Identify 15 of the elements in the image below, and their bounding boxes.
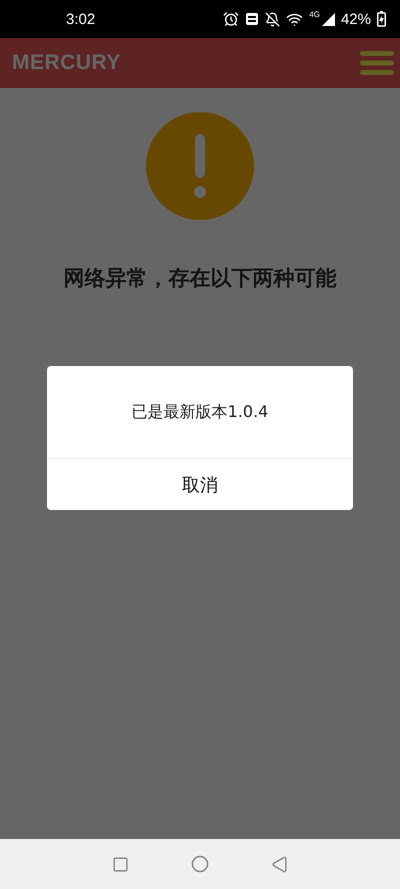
battery-icon [377,11,386,27]
menu-icon[interactable] [360,49,394,77]
warning-icon [146,112,254,220]
network-type: 4G [309,10,320,19]
brand-logo: MERCURY [12,51,121,75]
battery-level: 42% [340,10,371,28]
back-icon[interactable] [271,856,288,872]
status-time: 3:02 [66,10,96,28]
volte-icon [245,12,260,26]
home-icon[interactable] [191,855,209,873]
alarm-icon [223,11,240,27]
signal-icon [322,12,335,26]
mute-icon [265,12,280,26]
error-title: 网络异常，存在以下两种可能 [64,265,336,292]
recents-icon[interactable] [112,856,129,872]
